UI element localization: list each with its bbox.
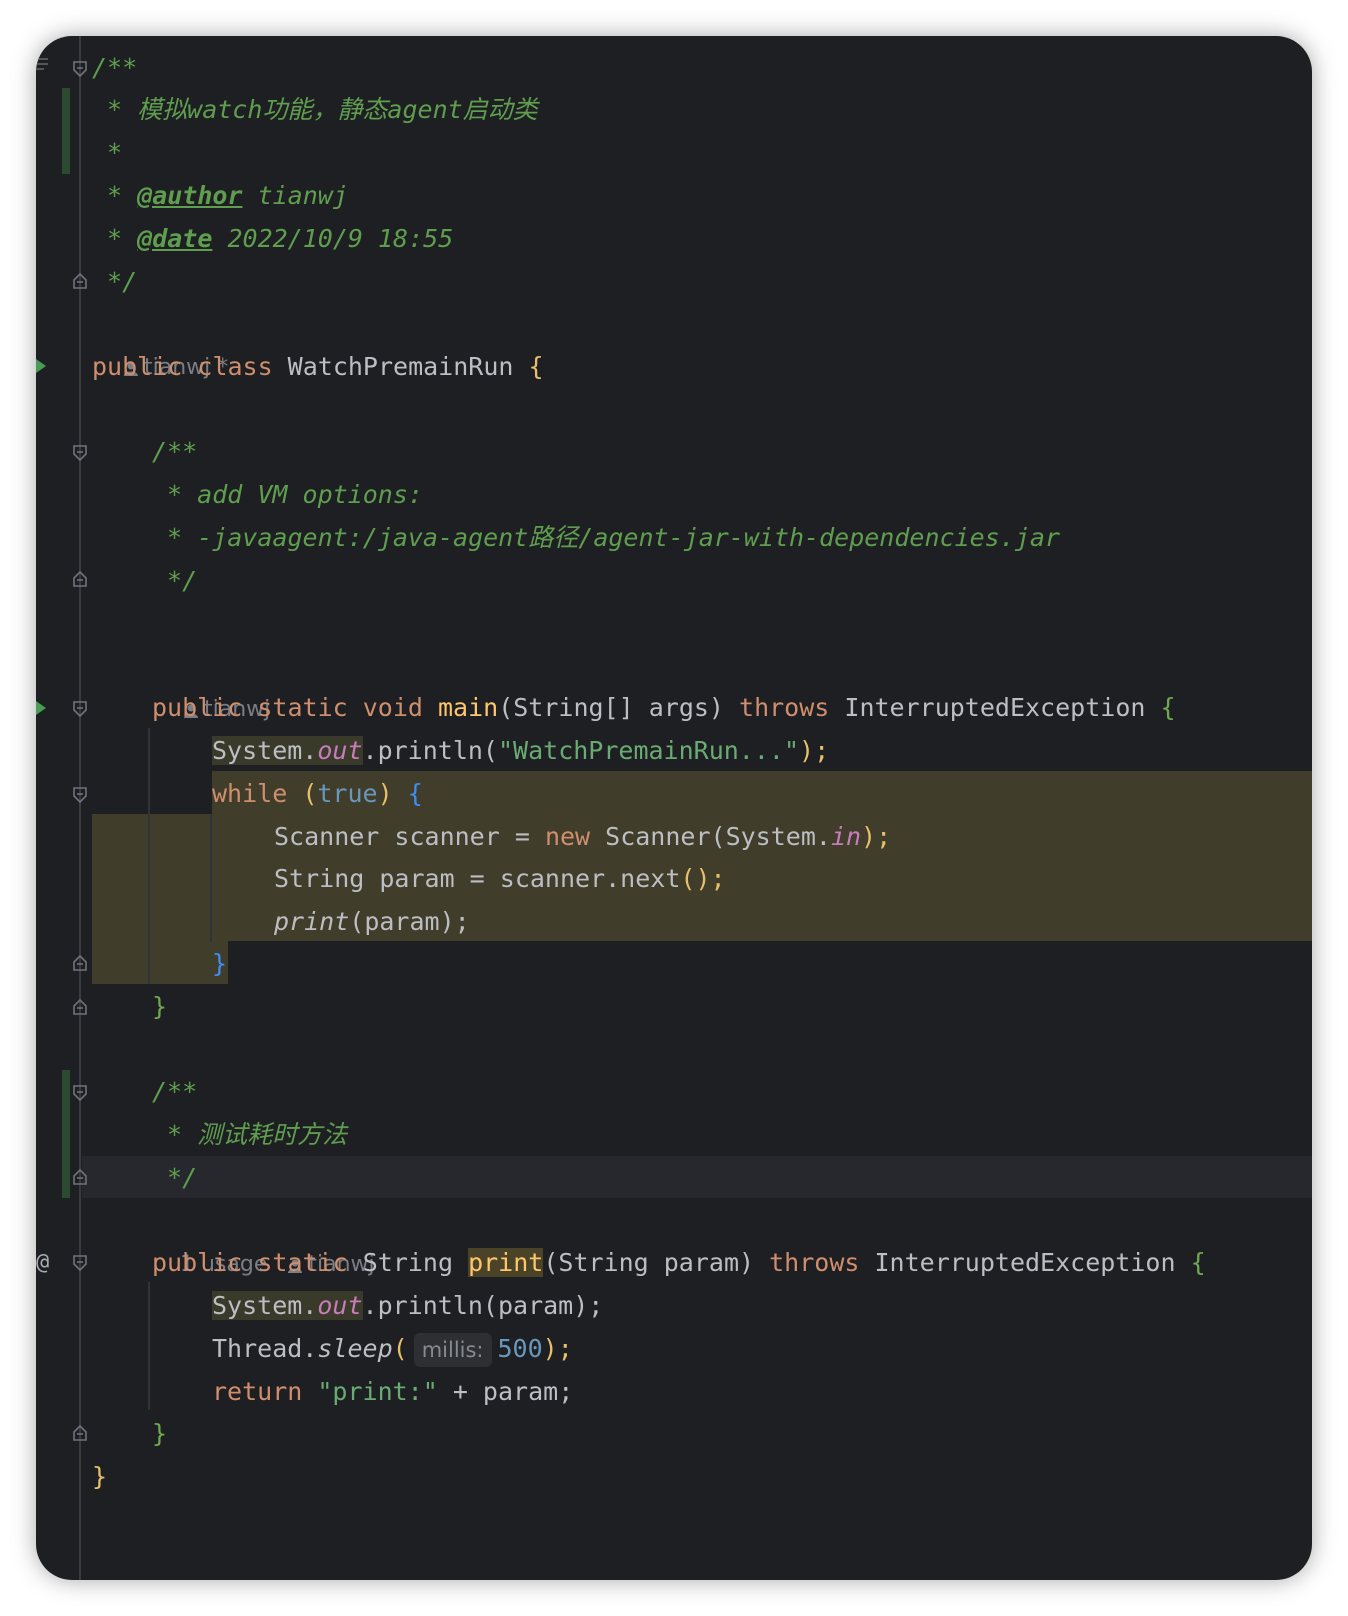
- code-line: * @author tianwj: [92, 181, 348, 210]
- code-line: */: [152, 566, 198, 595]
- code-line: *: [92, 138, 123, 167]
- code-line: * add VM options:: [152, 480, 423, 509]
- comment-text: 模拟watch功能，静态agent启动类: [137, 95, 538, 124]
- code-line: /**: [152, 1077, 198, 1106]
- code-line: }: [92, 1462, 108, 1491]
- code-line: }: [152, 1419, 168, 1448]
- code-line: }: [212, 949, 228, 978]
- code-line: /**: [152, 437, 198, 466]
- code-line: * @date 2022/10/9 18:55: [92, 224, 454, 253]
- method-name: print: [468, 1248, 544, 1277]
- parameter-hint: millis:: [413, 1333, 492, 1367]
- code-editor[interactable]: @ /** * 模拟watch功能，静态agent启动类 * * @author…: [36, 36, 1312, 1580]
- code-line: System.out.println("WatchPremainRun...")…: [212, 736, 830, 765]
- code-line: Thread.sleep(millis: 500);: [36, 1327, 1312, 1371]
- author-hint[interactable]: tianwj: [156, 644, 270, 722]
- usage-hint[interactable]: 1 usage tianwj: [152, 1199, 375, 1277]
- code-line: /**: [92, 53, 138, 82]
- author-hint[interactable]: tianwj *: [96, 302, 228, 380]
- code-line: public static String print(String param)…: [152, 1248, 1206, 1277]
- code-line: }: [152, 992, 168, 1021]
- code-line: System.out.println(param);: [212, 1291, 604, 1320]
- code-line: * -javaagent:/java-agent路径/agent-jar-wit…: [152, 523, 1060, 552]
- class-name: WatchPremainRun: [287, 352, 529, 381]
- code-line: * 模拟watch功能，静态agent启动类: [92, 95, 538, 124]
- code-line: */: [92, 267, 138, 296]
- code-line: String param = scanner.next();: [274, 864, 726, 893]
- code-line: Scanner scanner = new Scanner(System.in)…: [274, 822, 892, 851]
- code-line: public class WatchPremainRun {: [92, 352, 544, 381]
- code-line: * 测试耗时方法: [152, 1120, 348, 1149]
- code-line: while (true) {: [212, 779, 423, 808]
- code-line: public static void main(String[] args) t…: [152, 693, 1176, 722]
- code-line: */: [152, 1163, 198, 1192]
- code-line: return "print:" + param;: [212, 1377, 574, 1406]
- method-name: main: [437, 693, 499, 722]
- code-line: print(param);: [274, 907, 470, 936]
